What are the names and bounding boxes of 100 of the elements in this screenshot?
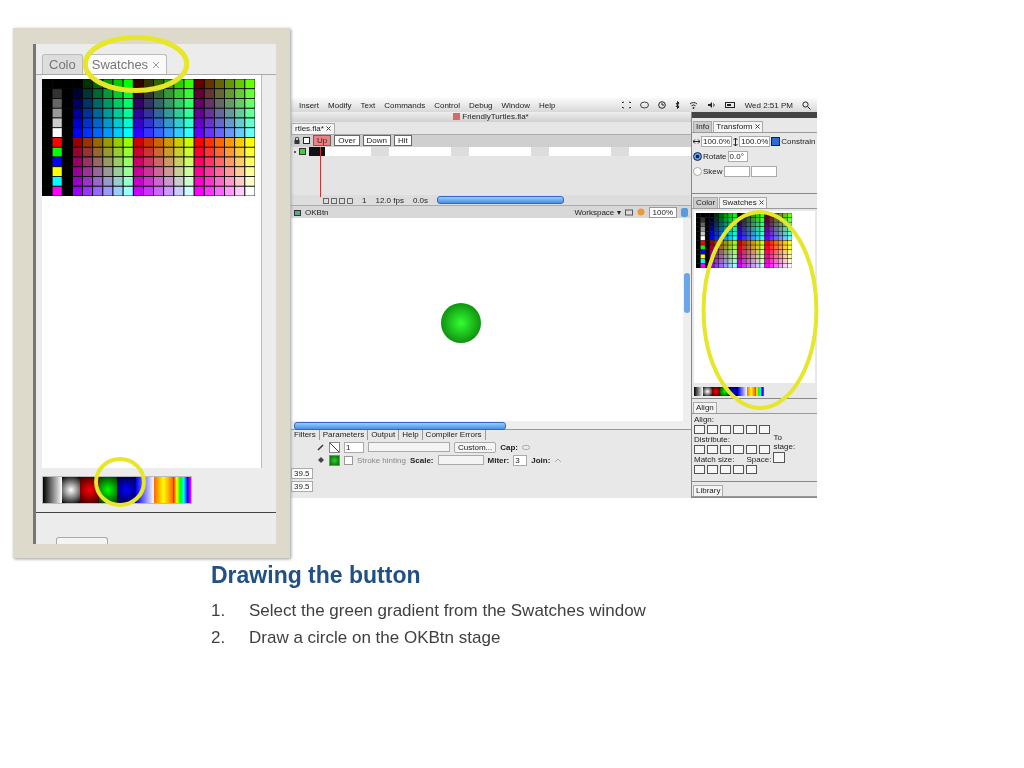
scrollbar-thumb[interactable] <box>294 421 506 430</box>
miter-field[interactable]: 3 <box>513 454 528 466</box>
document-tab[interactable]: rtles.fla* <box>291 122 335 134</box>
onion-skin-icons[interactable] <box>323 196 353 204</box>
distribute-button[interactable] <box>746 445 757 455</box>
edit-scene-icon[interactable] <box>624 208 633 217</box>
gradient-swatches[interactable] <box>694 387 764 397</box>
match-size-button[interactable] <box>720 465 731 475</box>
panel-tab[interactable]: Color <box>693 196 719 208</box>
window-title: FriendlyTurtles.fla* <box>462 112 529 122</box>
menu-item[interactable]: Insert <box>299 100 319 110</box>
elapsed-time: 0.0s <box>412 195 429 205</box>
frame-label[interactable]: Down <box>362 135 392 147</box>
align-button[interactable] <box>707 425 718 435</box>
match-size-button[interactable] <box>733 465 744 475</box>
skew-field[interactable] <box>723 166 750 178</box>
scrollbar-thumb[interactable] <box>684 273 690 314</box>
distribute-button[interactable] <box>707 445 718 455</box>
radio-button[interactable] <box>693 167 702 177</box>
document-icon <box>453 113 461 121</box>
align-button[interactable] <box>746 425 757 435</box>
x-field[interactable]: 39.5 <box>291 467 313 479</box>
workspace-menu[interactable]: Workspace ▾ <box>574 207 621 217</box>
step-number: 2. <box>211 627 227 649</box>
swatch-grid[interactable] <box>42 79 255 196</box>
panel-tab[interactable]: Output <box>368 429 400 440</box>
menu-item[interactable]: Modify <box>328 100 352 110</box>
frame-label[interactable]: Up <box>313 135 332 147</box>
align-button[interactable] <box>694 425 705 435</box>
panel-tab[interactable]: Align <box>693 402 717 414</box>
layer-color-box <box>299 148 306 156</box>
match-size-button[interactable] <box>746 465 757 475</box>
zoom-field[interactable]: 100% <box>648 206 677 218</box>
y-field[interactable]: 39.5 <box>291 480 313 492</box>
panel-tab[interactable]: Library <box>693 485 724 496</box>
radio-button[interactable] <box>693 152 702 162</box>
swatch-grid[interactable] <box>696 212 792 268</box>
fill-color-swatch[interactable] <box>329 454 340 466</box>
paint-bucket-icon <box>317 456 325 465</box>
rotate-field[interactable]: 0.0° <box>727 151 748 163</box>
close-icon[interactable] <box>325 126 331 132</box>
symbol-name[interactable]: OKBtn <box>305 207 329 217</box>
speaker-icon[interactable] <box>706 101 716 109</box>
menu-item[interactable]: Help <box>539 100 556 110</box>
bluetooth-icon[interactable] <box>674 101 680 109</box>
wifi-icon[interactable] <box>688 101 698 109</box>
stroke-color-swatch[interactable] <box>329 441 340 453</box>
distribute-button[interactable] <box>733 445 744 455</box>
step-text: Draw a circle on the OKBtn stage <box>249 627 501 649</box>
custom-button[interactable]: Custom... <box>454 441 497 453</box>
menu-item[interactable]: Commands <box>384 100 426 110</box>
panel-tab[interactable]: Info <box>693 121 713 132</box>
align-button[interactable] <box>733 425 744 435</box>
to-stage-label: To stage: <box>773 433 797 452</box>
radio-label: Rotate <box>703 152 727 162</box>
circle-shape[interactable] <box>441 303 481 344</box>
match-size-button[interactable] <box>694 465 705 475</box>
scale-label: Scale: <box>409 455 434 465</box>
gradient-swatches[interactable] <box>42 476 192 504</box>
battery-icon[interactable] <box>724 101 736 109</box>
panel-tab[interactable]: Filters <box>291 429 320 440</box>
checkbox[interactable] <box>771 137 781 147</box>
distribute-button[interactable] <box>720 445 731 455</box>
width-field[interactable]: 100.0% <box>701 136 733 148</box>
clock-icon[interactable] <box>657 101 666 109</box>
distribute-button[interactable] <box>759 445 770 455</box>
close-icon[interactable] <box>758 200 764 206</box>
button-symbol-icon <box>294 208 301 216</box>
distribute-label: Distribute: <box>694 435 731 445</box>
step-number: 1. <box>211 600 227 622</box>
align-button[interactable] <box>720 425 731 435</box>
panel-tab[interactable]: Parameters <box>319 429 369 440</box>
checkbox[interactable] <box>344 455 353 465</box>
match-size-button[interactable] <box>707 465 718 475</box>
keyframe[interactable] <box>309 147 325 157</box>
horizontal-arrows-icon <box>693 139 700 145</box>
frame-label[interactable]: Hit <box>394 135 412 147</box>
close-icon[interactable] <box>754 124 760 130</box>
panel-tab[interactable]: Transform <box>713 121 763 132</box>
chat-bubble-icon[interactable] <box>639 101 649 109</box>
space-label: Space: <box>746 455 772 465</box>
search-icon[interactable] <box>802 100 811 110</box>
menu-item[interactable]: Window <box>501 100 530 110</box>
outline-icon[interactable] <box>303 137 310 145</box>
menu-item[interactable]: Control <box>434 100 460 110</box>
menu-item[interactable]: Text <box>360 100 376 110</box>
panel-tab[interactable]: Swatches <box>719 196 767 208</box>
height-field[interactable]: 100.0% <box>739 136 771 148</box>
lock-icon[interactable] <box>294 137 300 145</box>
highlight-ellipse <box>94 457 146 507</box>
frame-label[interactable]: Over <box>334 135 360 147</box>
stroke-width-field[interactable]: 1 <box>344 441 364 453</box>
skew-field[interactable] <box>750 166 777 178</box>
to-stage-button[interactable] <box>773 452 786 464</box>
menu-item[interactable]: Debug <box>468 100 493 110</box>
distribute-button[interactable] <box>694 445 705 455</box>
panel-tab[interactable]: Compiler Errors <box>422 429 486 440</box>
scrollbar-thumb[interactable] <box>437 196 565 205</box>
panel-tab[interactable]: Help <box>399 429 423 440</box>
align-button[interactable] <box>759 425 770 435</box>
